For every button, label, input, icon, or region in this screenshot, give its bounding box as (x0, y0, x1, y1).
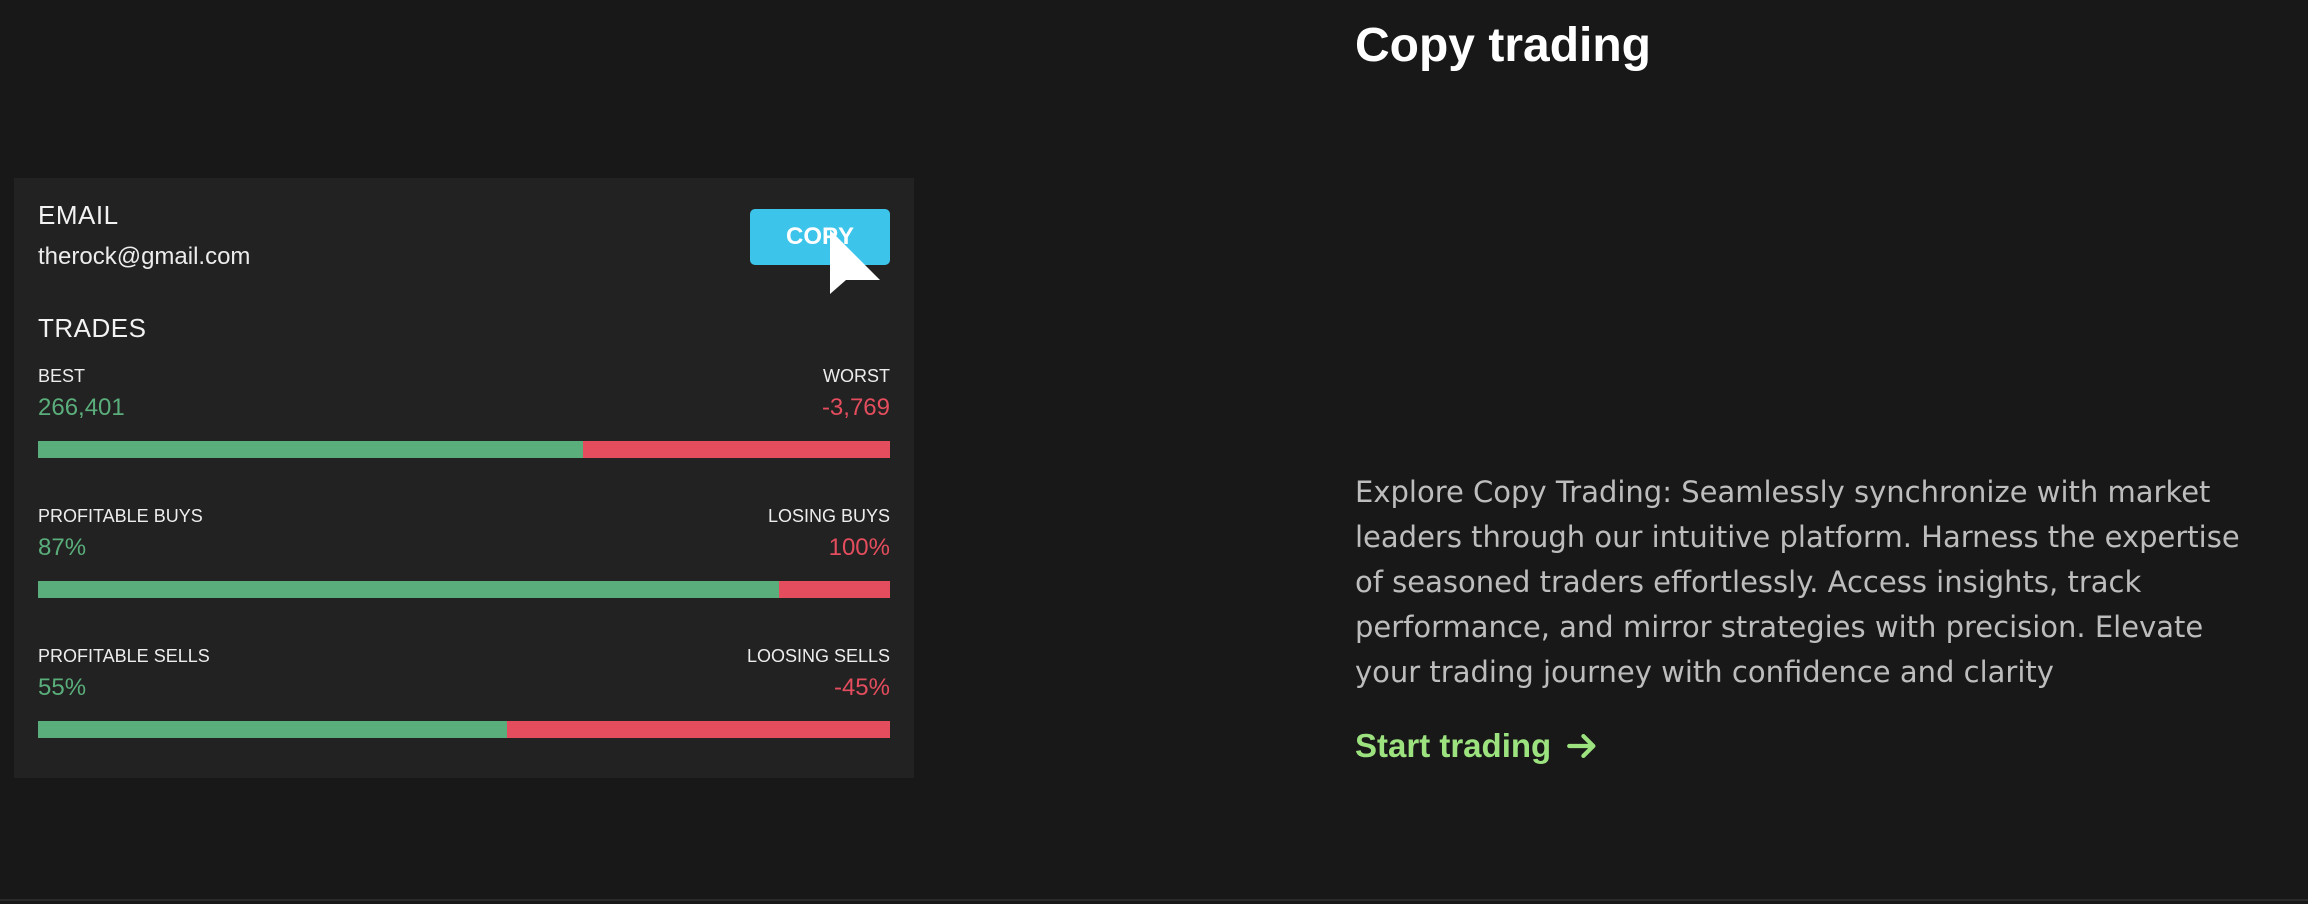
start-trading-label: Start trading (1355, 727, 1552, 764)
metric-left-label: BEST (38, 366, 86, 386)
trades-label: TRADES (38, 313, 147, 343)
metric-left-value: 55% (38, 674, 87, 701)
section-divider (0, 899, 2308, 901)
trader-card: EMAIL therock@gmail.com COPY TRADES BEST… (14, 178, 914, 778)
ratio-bar (38, 721, 890, 738)
metric-left-value: 266,401 (38, 394, 125, 421)
metric-right-value: -45% (833, 674, 890, 701)
ratio-bar (38, 581, 890, 598)
metric-right-value: -3,769 (821, 394, 890, 421)
ratio-bar (38, 441, 890, 458)
metric-right-label: WORST (823, 366, 890, 386)
ratio-bar-fill (38, 441, 584, 458)
email-value: therock@gmail.com (38, 243, 251, 270)
metric-right-label: LOSING BUYS (767, 506, 890, 526)
section-description: Explore Copy Trading: Seamlessly synchro… (1355, 475, 2240, 689)
start-trading-link[interactable]: Start trading (1355, 727, 1599, 765)
metric-left-label: PROFITABLE SELLS (38, 646, 210, 666)
ratio-bar-fill (38, 721, 507, 738)
metric-right-value: 100% (828, 534, 890, 561)
metric-left-value: 87% (38, 534, 87, 561)
section-title: Copy trading (1355, 19, 1651, 72)
ratio-bar-fill (38, 581, 780, 598)
metric-right-label: LOOSING SELLS (746, 646, 890, 666)
metric-left-label: PROFITABLE BUYS (38, 506, 203, 526)
mouse-pointer-icon (830, 230, 880, 294)
arrow-right-icon (1567, 733, 1596, 759)
email-label: EMAIL (38, 200, 119, 230)
